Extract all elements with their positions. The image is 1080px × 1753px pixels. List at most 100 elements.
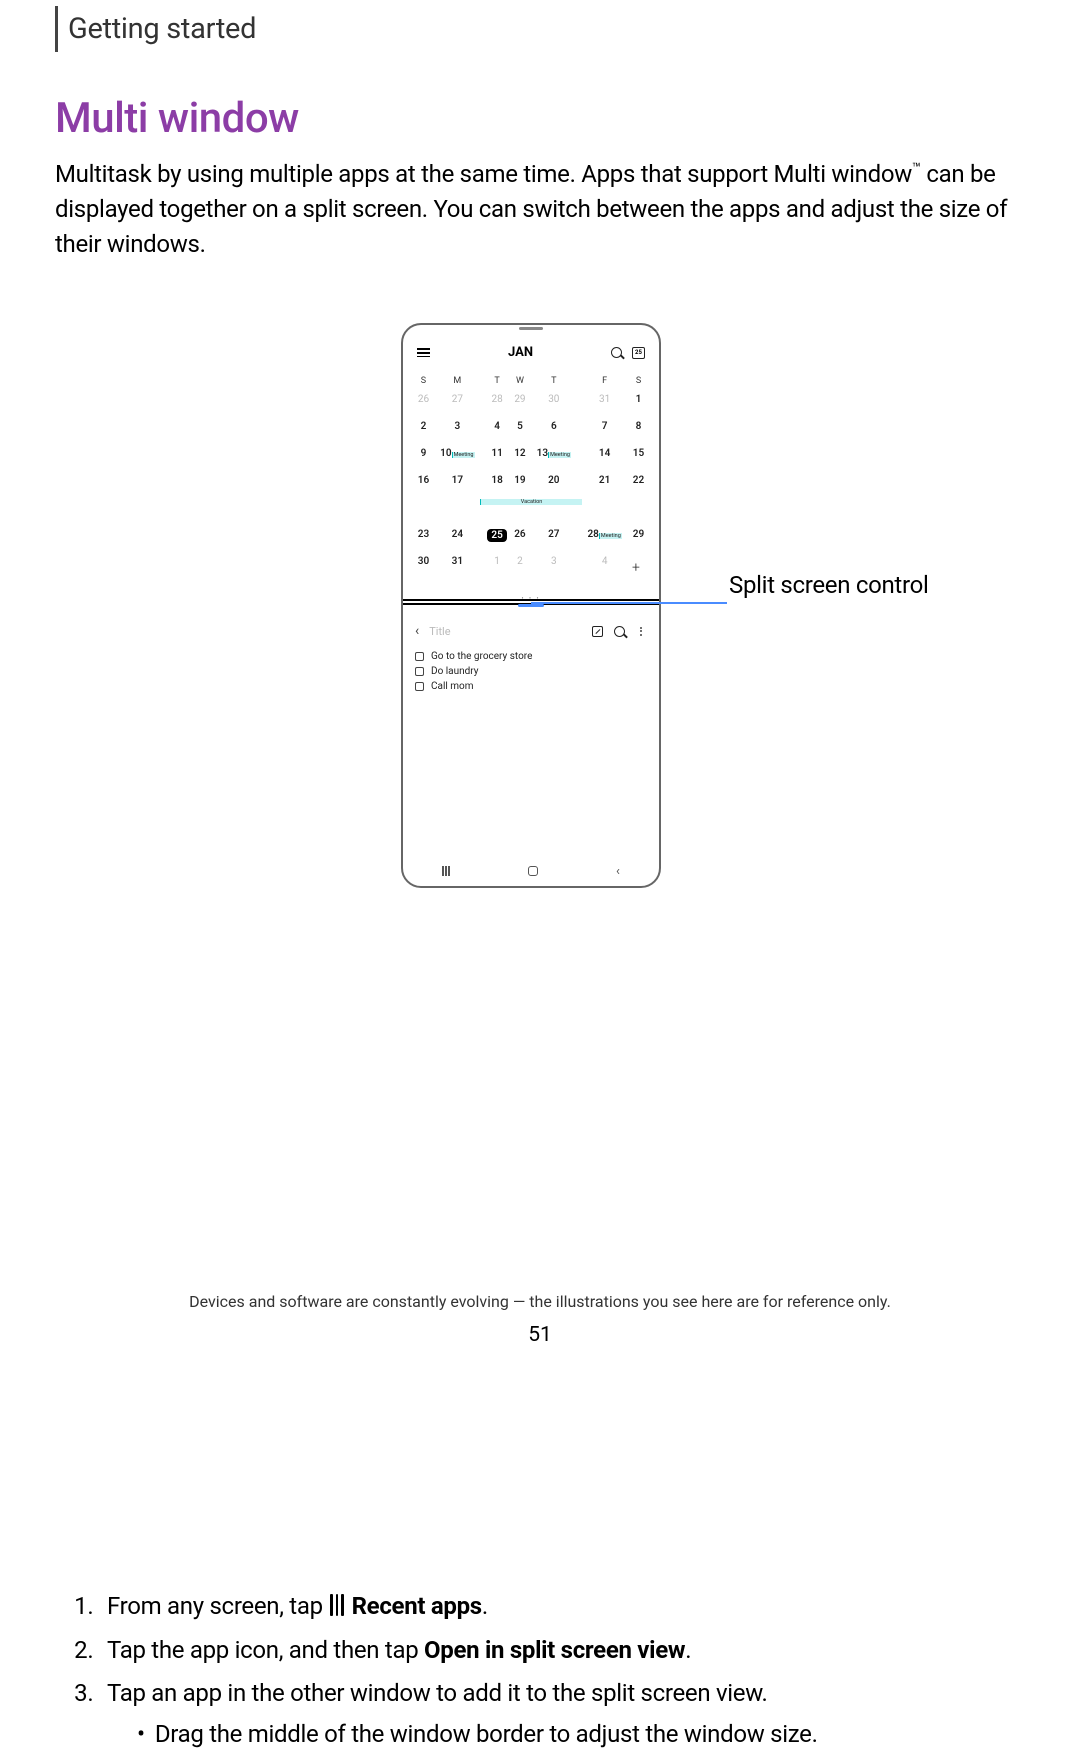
calendar-cell[interactable]: 14: [579, 444, 630, 471]
calendar-cell[interactable]: 2: [415, 417, 432, 444]
calendar-cell[interactable]: 3: [432, 417, 483, 444]
calendar-cell[interactable]: 7: [579, 417, 630, 444]
calendar-event[interactable]: Meeting: [452, 452, 475, 458]
trademark-symbol: ™: [912, 160, 921, 177]
calendar-cell[interactable]: 24: [432, 525, 483, 552]
checkbox-icon[interactable]: [415, 682, 424, 691]
note-item[interactable]: Do laundry: [415, 664, 647, 679]
calendar-cell[interactable]: 11: [483, 444, 512, 471]
notes-title-field[interactable]: Title: [429, 625, 581, 638]
callout-leader-line: [531, 602, 727, 604]
dow-header: M: [432, 366, 483, 390]
calendar-cell[interactable]: 1: [483, 552, 512, 579]
checkbox-icon[interactable]: [415, 652, 424, 661]
calendar-cell[interactable]: 19: [511, 471, 528, 498]
calendar-cell[interactable]: 10Meeting: [432, 444, 483, 471]
page-header: Getting started: [55, 6, 1025, 52]
calendar-cell[interactable]: 13Meeting: [528, 444, 579, 471]
step-3: Tap an app in the other window to add it…: [99, 1675, 1025, 1753]
dow-header: F: [579, 366, 630, 390]
calendar-cell[interactable]: 12: [511, 444, 528, 471]
step-3-sub-1: Drag the middle of the window border to …: [129, 1716, 1025, 1753]
calendar-cell[interactable]: 26: [511, 525, 528, 552]
calendar-cell[interactable]: 22: [630, 471, 647, 498]
calendar-app: JAN 25 SMTWTFS 26272829303112345678910Me…: [403, 341, 659, 597]
calendar-cell[interactable]: 1: [630, 390, 647, 417]
calendar-toolbar: JAN 25: [415, 341, 647, 366]
calendar-cell[interactable]: 3: [528, 552, 579, 579]
calendar-event[interactable]: Meeting: [599, 533, 622, 539]
calendar-cell[interactable]: 4: [483, 417, 512, 444]
notes-list: Go to the grocery store Do laundry Call mo…: [415, 649, 647, 694]
calendar-month-label[interactable]: JAN: [508, 345, 533, 360]
step-3-substeps: Drag the middle of the window border to …: [107, 1716, 1025, 1753]
calendar-cell[interactable]: 6: [528, 417, 579, 444]
dow-header: W: [511, 366, 528, 390]
notes-toolbar: ‹ Title: [415, 621, 647, 649]
more-icon[interactable]: [635, 625, 647, 637]
dow-header: T: [483, 366, 512, 390]
illustration-figure: JAN 25 SMTWTFS 26272829303112345678910Me…: [55, 323, 1025, 923]
page-number: 51: [0, 1323, 1080, 1347]
calendar-grid: SMTWTFS 26272829303112345678910Meeting11…: [415, 366, 647, 579]
calendar-cell[interactable]: 23: [415, 525, 432, 552]
recent-apps-icon: [330, 1594, 344, 1616]
today-icon[interactable]: 25: [632, 347, 645, 359]
phone-notch: [519, 327, 543, 330]
calendar-cell[interactable]: 4: [579, 552, 630, 579]
notes-app: ‹ Title Go to the grocery store Do laundr…: [403, 615, 659, 856]
calendar-cell[interactable]: 27: [528, 525, 579, 552]
calendar-cell[interactable]: 15: [630, 444, 647, 471]
dow-header: S: [415, 366, 432, 390]
search-icon[interactable]: [611, 347, 622, 358]
footer-disclaimer: Devices and software are constantly evol…: [0, 1292, 1080, 1311]
calendar-cell[interactable]: 2: [511, 552, 528, 579]
step-1: From any screen, tap Recent apps.: [99, 1588, 1025, 1625]
note-item[interactable]: Call mom: [415, 679, 647, 694]
menu-icon[interactable]: [417, 348, 430, 357]
calendar-cell[interactable]: 28: [483, 390, 512, 417]
calendar-cell[interactable]: 27: [432, 390, 483, 417]
split-handle-icon[interactable]: [518, 604, 544, 607]
calendar-cell[interactable]: +: [630, 552, 647, 579]
calendar-cell[interactable]: 5: [511, 417, 528, 444]
calendar-cell[interactable]: 25: [483, 525, 512, 552]
edit-icon[interactable]: [591, 625, 603, 637]
note-text: Call mom: [431, 681, 474, 692]
page-title: Multi window: [55, 94, 1025, 143]
calendar-cell[interactable]: 29: [630, 525, 647, 552]
calendar-cell[interactable]: 26: [415, 390, 432, 417]
back-nav-icon[interactable]: ‹: [616, 864, 620, 879]
calendar-cell[interactable]: 9: [415, 444, 432, 471]
calendar-cell[interactable]: 17: [432, 471, 483, 498]
split-dots-icon: • • •: [521, 595, 540, 602]
step-2: Tap the app icon, and then tap Open in s…: [99, 1632, 1025, 1669]
calendar-cell[interactable]: 30: [415, 552, 432, 579]
calendar-cell[interactable]: 16: [415, 471, 432, 498]
vacation-event-bar[interactable]: Vacation: [480, 499, 582, 505]
calendar-cell[interactable]: 31: [579, 390, 630, 417]
calendar-cell[interactable]: 8: [630, 417, 647, 444]
calendar-cell[interactable]: 30: [528, 390, 579, 417]
back-icon[interactable]: ‹: [415, 623, 419, 639]
home-nav-icon[interactable]: [528, 866, 538, 876]
calendar-cell[interactable]: 31: [432, 552, 483, 579]
calendar-cell[interactable]: 21: [579, 471, 630, 498]
recents-nav-icon[interactable]: [442, 866, 450, 876]
calendar-cell[interactable]: 29: [511, 390, 528, 417]
search-icon[interactable]: [613, 625, 625, 637]
header-accent-bar: [55, 6, 58, 52]
calendar-cell[interactable]: 28Meeting: [579, 525, 630, 552]
calendar-event[interactable]: Meeting: [548, 452, 571, 458]
breadcrumb: Getting started: [68, 12, 256, 46]
calendar-cell[interactable]: 18: [483, 471, 512, 498]
note-item[interactable]: Go to the grocery store: [415, 649, 647, 664]
note-text: Go to the grocery store: [431, 651, 532, 662]
calendar-cell[interactable]: 20: [528, 471, 579, 498]
checkbox-icon[interactable]: [415, 667, 424, 676]
add-event-button[interactable]: +: [627, 559, 645, 577]
dow-header: S: [630, 366, 647, 390]
phone-frame: JAN 25 SMTWTFS 26272829303112345678910Me…: [401, 323, 661, 888]
note-text: Do laundry: [431, 666, 479, 677]
dow-header: T: [528, 366, 579, 390]
